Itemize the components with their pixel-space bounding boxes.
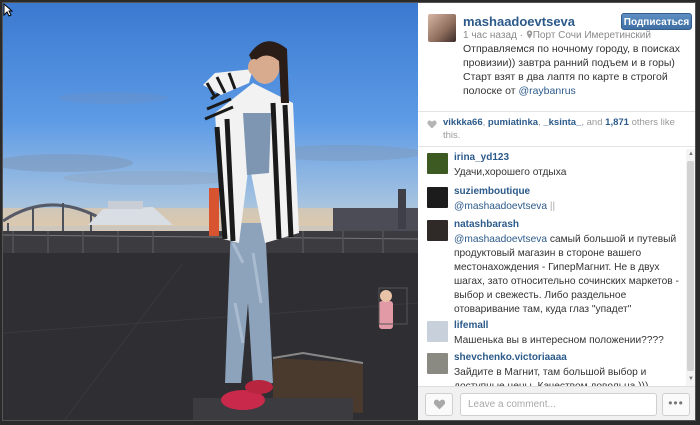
post-time: 1 час назад — [463, 30, 517, 41]
comment-username[interactable]: suziemboutique — [454, 186, 530, 197]
comment-username[interactable]: shevchenko.victoriaaaa — [454, 352, 567, 363]
heart-icon — [433, 399, 446, 410]
avatar[interactable] — [427, 353, 448, 374]
comments-list[interactable]: irina_yd123 Удачи,хорошего отдыха suziem… — [418, 149, 686, 386]
comments-scrollbar[interactable]: ▲ ▼ — [686, 149, 695, 386]
pin-icon — [526, 30, 532, 39]
like-user[interactable]: pumiatinka — [488, 117, 538, 128]
comment-username[interactable]: irina_yd123 — [454, 152, 509, 163]
comment-text: @mashaadoevtseva || — [454, 200, 682, 214]
instagram-post-window: mashaadoevtseva Подписаться 1 час назад … — [2, 2, 696, 421]
post-username[interactable]: mashaadoevtseva — [463, 14, 575, 29]
like-button[interactable] — [425, 393, 453, 416]
comment-body: Машенька вы в интересном положении???? — [454, 335, 664, 346]
avatar[interactable] — [428, 14, 456, 42]
comment-body: || — [547, 201, 556, 212]
comment-footer: ••• — [418, 386, 695, 420]
scroll-down-icon[interactable]: ▼ — [688, 376, 694, 382]
comment-username[interactable]: natashbarash — [454, 219, 519, 230]
like-user[interactable]: vikkka66 — [443, 117, 483, 128]
comment-body: Удачи,хорошего отдыха — [454, 167, 567, 178]
comment-text: Зайдите в Магнит, там большой выбор и до… — [454, 366, 682, 386]
more-options-button[interactable]: ••• — [662, 393, 690, 416]
post-caption: Отправляемся по ночному городу, в поиска… — [463, 42, 692, 98]
avatar[interactable] — [427, 153, 448, 174]
meta-separator: · — [516, 30, 526, 41]
comment-item: shevchenko.victoriaaaa Зайдите в Магнит,… — [418, 349, 686, 386]
comment-mention[interactable]: @mashaadoevtseva — [454, 201, 547, 212]
comment-body: самый большой и путевый продуктовый мага… — [454, 234, 679, 315]
cursor-arrow-icon — [3, 3, 13, 17]
comment-text: @mashaadoevtseva самый большой и путевый… — [454, 233, 682, 317]
like-user[interactable]: _ksinta_ — [543, 117, 581, 128]
photo-scene — [3, 41, 418, 420]
heart-icon — [427, 120, 437, 129]
scroll-up-icon[interactable]: ▲ — [688, 151, 694, 157]
comment-username[interactable]: lifemall — [454, 320, 488, 331]
avatar[interactable] — [427, 321, 448, 342]
comment-text: Машенька вы в интересном положении???? — [454, 334, 682, 348]
comment-mention[interactable]: @mashaadoevtseva — [454, 234, 547, 245]
comment-item: lifemall Машенька вы в интересном положе… — [418, 317, 686, 351]
avatar[interactable] — [427, 220, 448, 241]
post-meta: 1 час назад · Порт Сочи Имеретинский — [463, 30, 651, 41]
follow-button[interactable]: Подписаться — [621, 13, 692, 30]
post-side-panel: mashaadoevtseva Подписаться 1 час назад … — [418, 3, 695, 420]
post-header: mashaadoevtseva Подписаться 1 час назад … — [418, 3, 695, 111]
post-photo[interactable] — [3, 3, 418, 420]
comment-item: suziemboutique @mashaadoevtseva || — [418, 183, 686, 219]
post-location[interactable]: Порт Сочи Имеретинский — [533, 30, 651, 41]
scroll-thumb[interactable] — [687, 161, 694, 371]
avatar[interactable] — [427, 187, 448, 208]
comment-item: irina_yd123 Удачи,хорошего отдыха — [418, 149, 686, 187]
likes-and: , and — [581, 117, 606, 128]
comment-item: natashbarash @mashaadoevtseva самый боль… — [418, 216, 686, 315]
likes-text: vikkka66, pumiatinka, _ksinta_, and 1,87… — [443, 116, 691, 142]
likes-count[interactable]: 1,871 — [605, 117, 629, 128]
comment-input[interactable] — [460, 393, 657, 416]
caption-mention[interactable]: @raybanrus — [518, 85, 575, 97]
comment-text: Удачи,хорошего отдыха — [454, 166, 682, 180]
likes-bar: vikkka66, pumiatinka, _ksinta_, and 1,87… — [418, 111, 695, 147]
comment-body: Зайдите в Магнит, там большой выбор и до… — [454, 367, 648, 386]
